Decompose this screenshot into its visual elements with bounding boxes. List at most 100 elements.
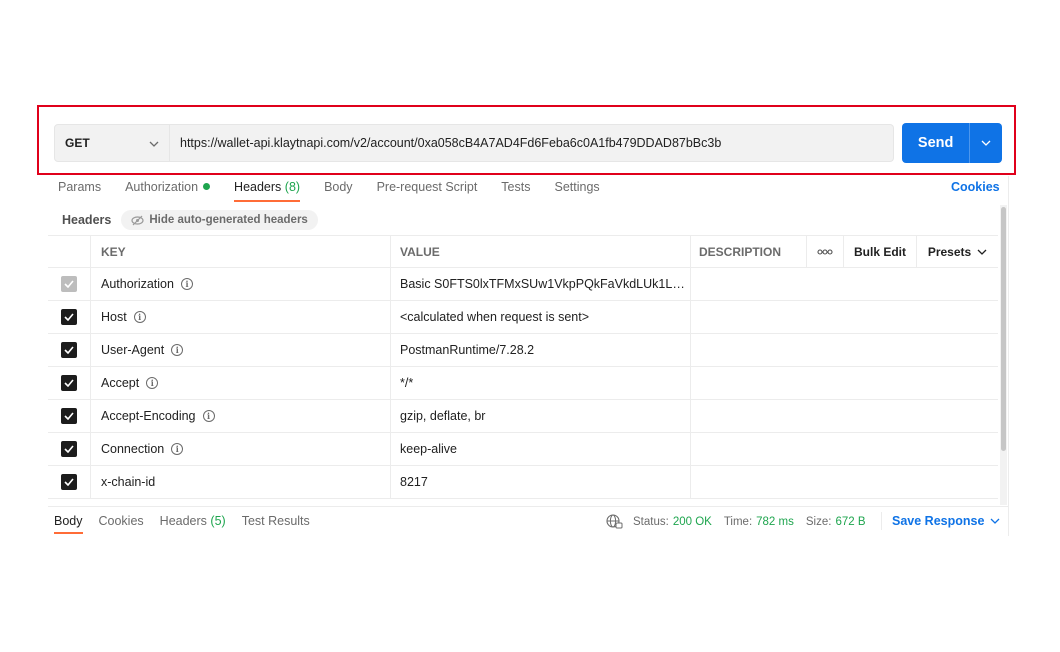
send-label: Send [917, 135, 954, 151]
header-value-text: <calculated when request is sent> [400, 310, 590, 324]
header-description[interactable] [690, 301, 998, 333]
presets-label: Presets [927, 244, 972, 259]
header-key: User-Agent i [90, 334, 390, 366]
send-button[interactable]: Send [902, 123, 1002, 163]
tab-headers-count: (8) [284, 180, 301, 194]
row-checkbox-cell [48, 400, 90, 432]
response-status: Status: 200 OK Time: 782 ms Size: 672 B [606, 514, 878, 529]
column-header-key: KEY [90, 236, 390, 267]
header-value[interactable]: Basic S0FTS0lxTFMxSUw1VkpPQkFaVkdLUk1LOT… [390, 268, 690, 300]
checkbox[interactable] [61, 309, 77, 325]
cookies-link[interactable]: Cookies [951, 180, 1000, 194]
checkbox[interactable] [61, 408, 77, 424]
info-icon[interactable]: i [133, 311, 146, 323]
globe-icon[interactable] [606, 514, 623, 529]
header-key: x-chain-id [90, 466, 390, 498]
response-tab-headers[interactable]: Headers (5) [160, 514, 226, 528]
tab-headers[interactable]: Headers (8) [234, 176, 301, 202]
method-label: GET [65, 136, 90, 150]
scrollbar-thumb[interactable] [1001, 207, 1006, 451]
table-header-row: KEY VALUE DESCRIPTION Bulk Edit Presets [48, 235, 998, 268]
checkbox[interactable] [61, 342, 77, 358]
method-select[interactable]: GET [54, 124, 170, 162]
save-response-button[interactable]: Save Response [881, 512, 1000, 530]
status-value[interactable]: 200 OK [673, 516, 712, 528]
header-value-text: 8217 [400, 475, 428, 489]
more-options-icon[interactable] [806, 236, 843, 267]
tab-body[interactable]: Body [324, 176, 353, 198]
header-description[interactable] [690, 433, 998, 465]
size-label: Size: [805, 515, 832, 528]
header-key-text: Authorization [101, 277, 174, 291]
response-tab-cookies[interactable]: Cookies [99, 514, 144, 528]
response-tab-test-results[interactable]: Test Results [242, 514, 310, 528]
checkbox[interactable] [61, 474, 77, 490]
header-value-text: keep-alive [400, 442, 457, 456]
tab-params[interactable]: Params [58, 176, 101, 198]
info-icon[interactable]: i [146, 377, 159, 389]
table-row: Host i <calculated when request is sent> [48, 301, 998, 334]
headers-subheader: Headers Hide auto-generated headers [62, 210, 318, 230]
chevron-down-icon [990, 518, 1000, 524]
info-icon[interactable]: i [180, 278, 193, 290]
headers-table: KEY VALUE DESCRIPTION Bulk Edit Presets … [48, 235, 998, 499]
header-key-text: Host [101, 310, 127, 324]
info-icon[interactable]: i [171, 443, 184, 455]
header-value-text: gzip, deflate, br [400, 409, 486, 423]
hide-auto-generated-label: Hide auto-generated headers [149, 214, 308, 226]
header-value-text: */* [400, 376, 414, 390]
response-bar: Body Cookies Headers (5) Test Results St… [48, 506, 1008, 537]
tab-tests[interactable]: Tests [501, 176, 530, 198]
hide-auto-generated-button[interactable]: Hide auto-generated headers [121, 210, 318, 230]
row-checkbox-cell [48, 367, 90, 399]
header-value[interactable]: PostmanRuntime/7.28.2 [390, 334, 690, 366]
url-text: https://wallet-api.klaytnapi.com/v2/acco… [180, 136, 722, 150]
header-value[interactable]: gzip, deflate, br [390, 400, 690, 432]
checkbox[interactable] [61, 375, 77, 391]
column-header-description: DESCRIPTION [690, 236, 806, 267]
table-row: Authorization i Basic S0FTS0lxTFMxSUw1Vkp… [48, 268, 998, 301]
header-description[interactable] [690, 466, 998, 498]
scrollbar[interactable] [1000, 205, 1007, 505]
header-value[interactable]: 8217 [390, 466, 690, 498]
header-value[interactable]: <calculated when request is sent> [390, 301, 690, 333]
header-key: Accept i [90, 367, 390, 399]
status-label: Status: [633, 515, 669, 528]
tab-authorization[interactable]: Authorization [125, 176, 211, 198]
header-value-text: PostmanRuntime/7.28.2 [400, 343, 535, 357]
header-key-text: Accept [101, 376, 140, 390]
row-checkbox-cell [48, 466, 90, 498]
info-icon[interactable]: i [202, 410, 215, 422]
size-value[interactable]: 672 B [835, 516, 865, 528]
tab-settings[interactable]: Settings [554, 176, 599, 198]
table-row: User-Agent i PostmanRuntime/7.28.2 [48, 334, 998, 367]
header-value[interactable]: keep-alive [390, 433, 690, 465]
checkbox-disabled [61, 276, 77, 292]
header-description[interactable] [690, 367, 998, 399]
table-row: x-chain-id 8217 [48, 466, 998, 499]
header-key-text: Accept-Encoding [101, 409, 196, 423]
chevron-down-icon [977, 249, 987, 255]
response-tab-headers-count: (5) [210, 514, 226, 528]
header-description[interactable] [690, 268, 998, 300]
header-key: Connection i [90, 433, 390, 465]
header-key-text: User-Agent [101, 343, 165, 357]
send-dropdown-icon[interactable] [969, 123, 1002, 163]
header-key: Authorization i [90, 268, 390, 300]
checkbox[interactable] [61, 441, 77, 457]
header-description[interactable] [690, 400, 998, 432]
info-icon[interactable]: i [171, 344, 184, 356]
header-value-text: Basic S0FTS0lxTFMxSUw1VkpPQkFaVkdLUk1LOT… [400, 277, 688, 291]
tab-prerequest-script[interactable]: Pre-request Script [377, 176, 478, 198]
headers-section-title: Headers [62, 213, 112, 227]
tab-authorization-label: Authorization [125, 180, 199, 194]
header-key-text: Connection [101, 442, 165, 456]
time-value[interactable]: 782 ms [756, 516, 794, 528]
bulk-edit-button[interactable]: Bulk Edit [843, 236, 916, 267]
response-tab-body[interactable]: Body [54, 514, 83, 534]
url-input[interactable]: https://wallet-api.klaytnapi.com/v2/acco… [170, 124, 894, 162]
header-description[interactable] [690, 334, 998, 366]
panel-divider [1008, 176, 1009, 536]
presets-dropdown[interactable]: Presets [916, 236, 998, 267]
header-value[interactable]: */* [390, 367, 690, 399]
